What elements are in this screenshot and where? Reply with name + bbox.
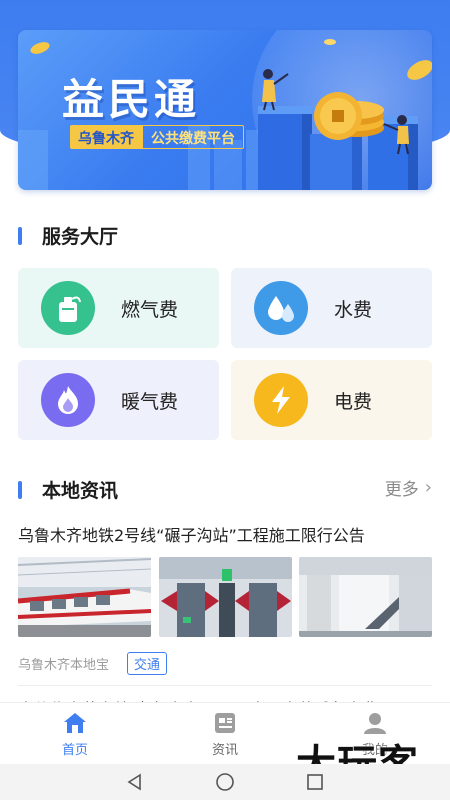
banner-subtitle: 公共缴费平台 xyxy=(142,125,244,149)
service-label-electricity: 电费 xyxy=(334,390,373,413)
home-icon xyxy=(64,713,86,733)
news-image-gates[interactable] xyxy=(159,557,292,637)
services-heading-text: 服务大厅 xyxy=(42,226,119,248)
news-divider xyxy=(18,685,432,686)
back-icon[interactable] xyxy=(125,772,145,792)
app-screen: 益民通 乌鲁木齐 公共缴费平台 服务大厅 燃气费 水费 暖气费 电费 本地资讯 … xyxy=(0,0,450,800)
banner-tagline: 乌鲁木齐 公共缴费平台 xyxy=(70,125,244,149)
news-article-meta: 乌鲁木齐本地宝 交通 xyxy=(18,652,168,675)
tab-news[interactable]: 资讯 xyxy=(150,703,300,764)
service-label-heating: 暖气费 xyxy=(121,390,179,413)
banner-title: 益民通 xyxy=(62,75,201,124)
news-image-train[interactable] xyxy=(18,557,151,637)
banner-city: 乌鲁木齐 xyxy=(70,125,142,149)
service-card-electricity[interactable]: 电费 xyxy=(231,360,432,440)
water-drop-icon xyxy=(254,281,308,335)
news-icon xyxy=(215,713,235,733)
news-heading-text: 本地资讯 xyxy=(42,480,119,502)
lightning-icon xyxy=(254,373,308,427)
gas-canister-icon xyxy=(41,281,95,335)
more-label: 更多 xyxy=(384,480,419,500)
news-source: 乌鲁木齐本地宝 xyxy=(18,658,110,673)
promo-banner[interactable]: 益民通 乌鲁木齐 公共缴费平台 xyxy=(18,30,432,190)
flame-icon xyxy=(41,373,95,427)
recent-apps-icon[interactable] xyxy=(305,772,325,792)
service-card-water[interactable]: 水费 xyxy=(231,268,432,348)
news-more-link[interactable]: 更多 › xyxy=(385,475,432,500)
system-nav-bar xyxy=(0,764,450,800)
service-label-water: 水费 xyxy=(334,298,373,321)
news-article-title[interactable]: 乌鲁木齐地铁2号线“碾子沟站”工程施工限行公告 xyxy=(18,522,438,546)
service-card-gas[interactable]: 燃气费 xyxy=(18,268,219,348)
news-heading: 本地资讯 xyxy=(18,476,118,503)
services-heading: 服务大厅 xyxy=(18,222,118,249)
section-accent-bar xyxy=(18,480,22,499)
news-image-station[interactable] xyxy=(299,557,432,637)
tab-news-label: 资讯 xyxy=(211,743,238,758)
chevron-right-icon: › xyxy=(424,477,432,498)
tab-home-label: 首页 xyxy=(61,743,88,758)
service-label-gas: 燃气费 xyxy=(121,298,179,321)
service-card-heating[interactable]: 暖气费 xyxy=(18,360,219,440)
section-accent-bar xyxy=(18,226,22,245)
news-category-badge[interactable]: 交通 xyxy=(127,652,168,675)
tab-home[interactable]: 首页 xyxy=(0,703,150,764)
home-button-icon[interactable] xyxy=(215,772,235,792)
